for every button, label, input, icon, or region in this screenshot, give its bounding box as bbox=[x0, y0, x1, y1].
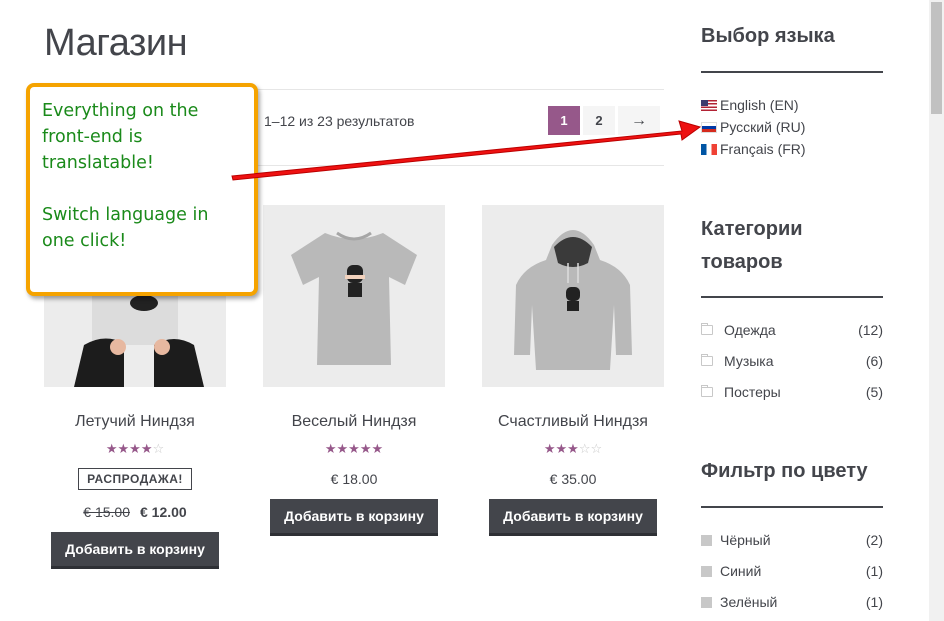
annotation-arrow-icon bbox=[231, 120, 702, 181]
